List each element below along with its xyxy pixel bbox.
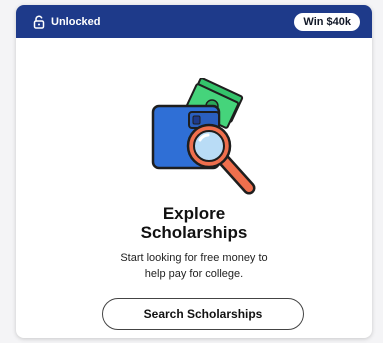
win-amount-badge: Win $40k <box>294 12 360 31</box>
wallet-money-magnifier-illustration <box>151 78 256 195</box>
title-line-1: Explore <box>162 204 226 223</box>
search-scholarships-button[interactable]: Search Scholarships <box>102 298 304 330</box>
card-title: Explore Scholarships <box>16 204 372 242</box>
status-label: Unlocked <box>51 15 101 28</box>
magnifier-icon <box>186 123 256 195</box>
card-header: Unlocked Win $40k <box>16 5 372 38</box>
description-line-1: Start looking for free money to <box>120 252 268 264</box>
scholarship-card: Unlocked Win $40k Explore Scholarships S… <box>16 5 372 338</box>
title-line-2: Scholarships <box>140 223 248 242</box>
description-line-2: help pay for college. <box>144 268 244 280</box>
unlock-icon <box>33 15 45 29</box>
unlocked-status: Unlocked <box>32 15 101 29</box>
card-description: Start looking for free money to help pay… <box>79 250 309 282</box>
